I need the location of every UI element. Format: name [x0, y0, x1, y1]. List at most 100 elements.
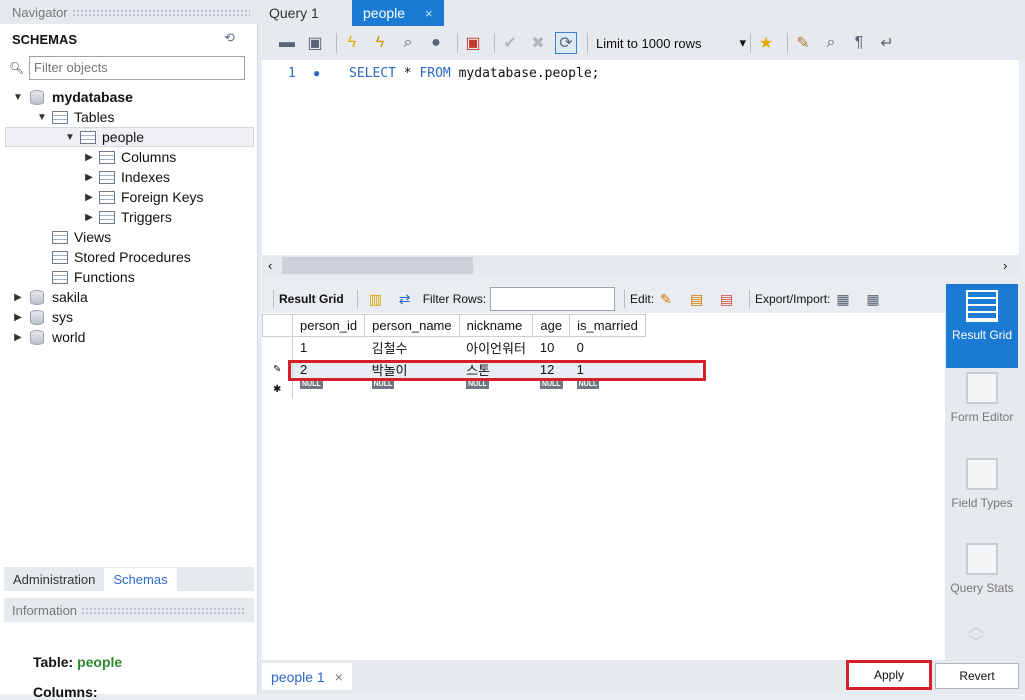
row-header-corner: [262, 314, 293, 337]
export-icon[interactable]: ▦: [836, 291, 854, 307]
toggle-error-icon[interactable]: ▣: [462, 32, 484, 54]
result-grid-icon: [966, 290, 998, 322]
tree-item-sakila[interactable]: ▶ sakila: [0, 287, 254, 307]
execute-icon[interactable]: ϟ: [341, 32, 363, 54]
toolbar-separator: [749, 290, 751, 308]
tree-label: Stored Procedures: [74, 249, 191, 265]
import-icon[interactable]: ▦: [866, 291, 884, 307]
column-header-person-name[interactable]: person_name: [364, 314, 460, 337]
query-stats-button[interactable]: Query Stats: [946, 543, 1018, 595]
cell-person-name-new[interactable]: NULL: [365, 380, 460, 399]
sql-editor[interactable]: [262, 60, 1019, 255]
revert-button[interactable]: Revert: [935, 663, 1019, 689]
result-grid-button[interactable]: Result Grid: [946, 284, 1018, 368]
tree-item-columns[interactable]: ▶ Columns: [0, 147, 254, 167]
scrollbar-thumb[interactable]: [282, 257, 473, 274]
execute-current-icon[interactable]: ϟ: [369, 32, 391, 54]
triggers-icon: [99, 210, 115, 224]
form-editor-button[interactable]: Form Editor: [946, 372, 1018, 424]
new-row-marker-icon[interactable]: ✱: [262, 380, 293, 399]
cell-age[interactable]: 10: [533, 337, 570, 359]
row-header[interactable]: [262, 336, 293, 359]
tree-item-views[interactable]: Views: [0, 227, 254, 247]
tab-administration[interactable]: Administration: [4, 568, 104, 591]
expand-arrow-icon[interactable]: ▶: [83, 212, 95, 223]
tree-label: Tables: [74, 109, 115, 125]
column-header-person-id[interactable]: person_id: [291, 314, 366, 337]
autocommit-icon[interactable]: ⟳: [555, 32, 577, 54]
tree-item-functions[interactable]: Functions: [0, 267, 254, 287]
cell-nickname[interactable]: 아이언워터: [459, 337, 533, 359]
find-icon[interactable]: ⌕: [820, 32, 842, 54]
tree-item-world[interactable]: ▶ world: [0, 327, 254, 347]
save-icon[interactable]: ▣: [304, 32, 326, 54]
expand-arrow-icon[interactable]: ▼: [12, 92, 24, 103]
expand-arrow-icon[interactable]: ▶: [12, 332, 24, 343]
explain-icon[interactable]: ⌕: [397, 32, 419, 54]
cell-age-new[interactable]: NULL: [533, 380, 570, 399]
column-header-is-married[interactable]: is_married: [569, 314, 646, 337]
tree-item-stored-procedures[interactable]: Stored Procedures: [0, 247, 254, 267]
tab-people[interactable]: people ×: [352, 0, 444, 26]
edit-row-icon[interactable]: ✎: [660, 291, 678, 307]
expand-arrow-icon[interactable]: ▼: [36, 112, 48, 123]
expand-arrow-icon[interactable]: ▼: [64, 132, 76, 143]
sql-statement[interactable]: SELECT * FROM mydatabase.people;: [349, 66, 599, 81]
expand-arrow-icon[interactable]: ▶: [83, 172, 95, 183]
cell-person-name[interactable]: 김철수: [365, 337, 460, 359]
close-icon[interactable]: ×: [335, 669, 343, 685]
refresh-icon[interactable]: ⟲: [224, 30, 235, 46]
table-row-new[interactable]: ✱ NULL NULL NULL NULL NULL: [262, 380, 646, 399]
tree-item-triggers[interactable]: ▶ Triggers: [0, 207, 254, 227]
tab-query-1[interactable]: Query 1: [258, 0, 330, 26]
sql-star: *: [395, 66, 420, 81]
add-snippet-icon[interactable]: ★: [755, 32, 777, 54]
scroll-right-icon[interactable]: ›: [1003, 258, 1007, 273]
invisible-chars-icon[interactable]: ¶: [848, 32, 870, 54]
field-types-button[interactable]: Field Types: [946, 458, 1018, 510]
tree-item-foreign-keys[interactable]: ▶ Foreign Keys: [0, 187, 254, 207]
rollback-icon[interactable]: ✖: [527, 32, 549, 54]
cell-person-id-new[interactable]: NULL: [293, 380, 365, 399]
wrap-lines-icon[interactable]: ↵: [876, 32, 898, 54]
scroll-left-icon[interactable]: ‹: [268, 258, 272, 273]
commit-icon[interactable]: ✔: [499, 32, 521, 54]
result-grid-label[interactable]: Result Grid: [279, 292, 344, 306]
tree-item-sys[interactable]: ▶ sys: [0, 307, 254, 327]
scroll-more-icon[interactable]: ︿ ﹀: [968, 620, 984, 652]
expand-arrow-icon[interactable]: ▶: [83, 152, 95, 163]
cell-nickname-new[interactable]: NULL: [459, 380, 533, 399]
column-header-age[interactable]: age: [532, 314, 571, 337]
tree-item-tables[interactable]: ▼ Tables: [0, 107, 254, 127]
expand-arrow-icon[interactable]: ▶: [83, 192, 95, 203]
table-row[interactable]: 1 김철수 아이언워터 10 0: [262, 336, 646, 359]
refresh-icon[interactable]: ⇄: [399, 291, 417, 307]
grid-layout-icon[interactable]: ▥: [369, 291, 387, 307]
apply-button[interactable]: Apply: [846, 660, 932, 690]
tree-item-mydatabase[interactable]: ▼ mydatabase: [0, 87, 254, 107]
tree-item-indexes[interactable]: ▶ Indexes: [0, 167, 254, 187]
insert-row-icon[interactable]: ▤: [690, 291, 708, 307]
filter-rows-input[interactable]: [490, 287, 616, 311]
stop-icon[interactable]: ●: [425, 32, 447, 54]
tree-label: people: [102, 129, 145, 145]
toolbar-separator: [457, 33, 458, 53]
expand-arrow-icon[interactable]: ▶: [12, 292, 24, 303]
cell-is-married[interactable]: 0: [570, 337, 646, 359]
open-folder-icon[interactable]: ▬: [276, 32, 298, 54]
result-tab-people-1[interactable]: people 1 ×: [262, 663, 352, 690]
cell-person-id[interactable]: 1: [293, 337, 365, 359]
column-header-nickname[interactable]: nickname: [458, 314, 534, 337]
delete-row-icon[interactable]: ▤: [720, 291, 738, 307]
filter-objects-input[interactable]: [29, 55, 245, 80]
beautify-icon[interactable]: ✎: [792, 32, 814, 54]
tree-item-people[interactable]: ▼ people: [5, 127, 254, 147]
line-number: 1: [288, 66, 296, 81]
cell-is-married-new[interactable]: NULL: [570, 380, 646, 399]
expand-arrow-icon[interactable]: ▶: [12, 312, 24, 323]
tab-schemas[interactable]: Schemas: [104, 568, 177, 591]
limit-rows-select[interactable]: Limit to 1000 rows ▾: [596, 35, 746, 51]
edit-label: Edit:: [630, 292, 655, 306]
tree-label: world: [52, 329, 86, 345]
close-icon[interactable]: ×: [425, 6, 433, 21]
